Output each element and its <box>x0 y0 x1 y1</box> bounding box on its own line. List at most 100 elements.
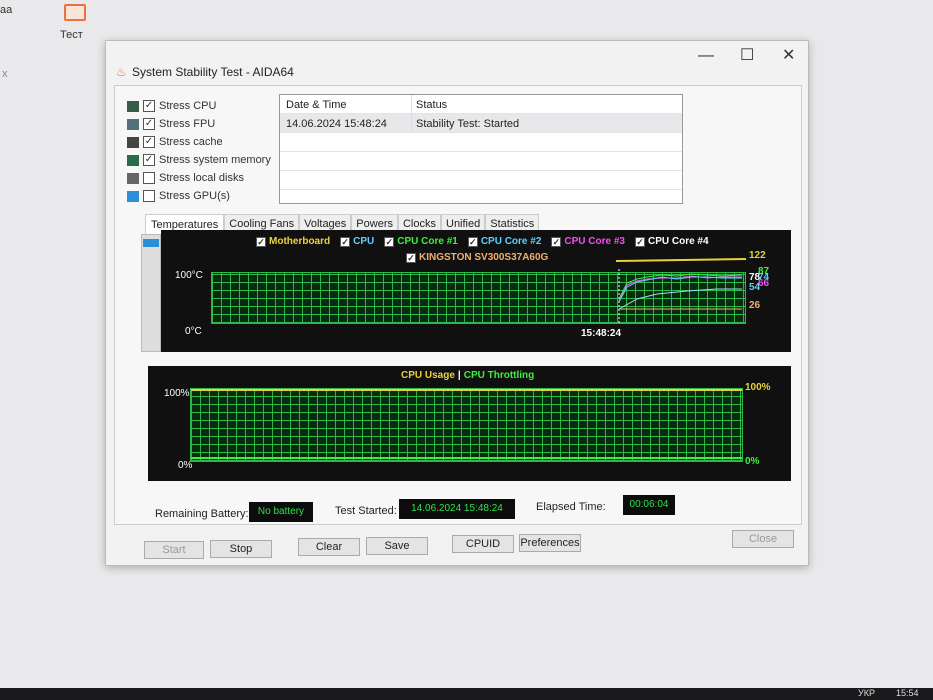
elapsed-value: 00:06:04 <box>623 495 675 515</box>
test-started-value: 14.06.2024 15:48:24 <box>399 499 515 519</box>
memory-icon <box>127 154 139 166</box>
cpu-icon <box>127 100 139 112</box>
checkbox[interactable]: ✓ <box>143 118 155 130</box>
stress-option[interactable]: Stress GPU(s) <box>127 188 271 204</box>
legend-item[interactable]: ✓ CPU Core #2 <box>467 236 542 247</box>
cpu-throttling-line <box>191 457 742 460</box>
stress-options: ✓ Stress CPU ✓ Stress FPU ✓ Stress cache ✓ Stre… <box>127 98 271 206</box>
desktop-fragment: аа <box>0 4 13 16</box>
save-button[interactable]: Save <box>366 537 428 555</box>
option-label: Stress FPU <box>159 118 216 130</box>
clear-button[interactable]: Clear <box>298 538 360 556</box>
main-panel: ✓ Stress CPU ✓ Stress FPU ✓ Stress cache ✓ Stre… <box>114 85 802 525</box>
legend-label: Motherboard <box>269 236 331 247</box>
legend-label: CPU Core #3 <box>564 236 625 247</box>
stress-option[interactable]: Stress local disks <box>127 170 271 186</box>
stress-option[interactable]: ✓ Stress CPU <box>127 98 271 114</box>
preferences-button[interactable]: Preferences <box>519 534 581 552</box>
temp-graph-area <box>211 269 746 325</box>
minimize-button[interactable]: — <box>698 47 714 65</box>
event-log-table: Date & Time Status 14.06.2024 15:48:24 S… <box>279 94 683 204</box>
log-datetime: 14.06.2024 15:48:24 <box>280 114 412 132</box>
legend-label: CPU Core #1 <box>397 236 458 247</box>
stress-option[interactable]: ✓ Stress system memory <box>127 152 271 168</box>
battery-value: No battery <box>249 502 313 522</box>
usage-graph-area <box>190 388 743 462</box>
legend-separator: | <box>457 370 461 381</box>
stop-button[interactable]: Stop <box>210 540 272 558</box>
temperature-chart: ✓ Motherboard ✓ CPU ✓ CPU Core #1 ✓ CPU Core #2… <box>161 230 791 352</box>
legend-item[interactable]: ✓ Motherboard <box>256 236 330 247</box>
disk-icon <box>127 172 139 184</box>
tray-language[interactable]: УКР <box>858 688 875 698</box>
taskbar: УКР 15:54 <box>0 688 933 700</box>
temp-series-lines <box>618 269 743 325</box>
series-cpu <box>618 288 742 310</box>
series-motherboard <box>616 258 746 262</box>
stress-option[interactable]: ✓ Stress cache <box>127 134 271 150</box>
temp-value-label: 54 <box>749 282 761 293</box>
elapsed-label: Elapsed Time: <box>536 501 606 513</box>
cpu-usage-chart: CPU Usage | CPU Throttling 100% 0% 100% … <box>148 366 791 481</box>
close-window-button[interactable]: ✕ <box>782 45 795 65</box>
cpuid-button[interactable]: CPUID <box>452 535 514 553</box>
legend-item[interactable]: ✓ KINGSTON SV300S37A60G <box>406 252 548 263</box>
window-title: System Stability Test - AIDA64 <box>132 65 294 79</box>
temp-y-max: 100°C <box>175 270 203 281</box>
battery-label: Remaining Battery: <box>155 508 249 520</box>
start-button[interactable]: Start <box>144 541 204 559</box>
temp-time-label: 15:48:24 <box>581 328 622 339</box>
legend-label: CPU Core #2 <box>480 236 542 247</box>
cpu-usage-legend: CPU Usage <box>401 370 455 381</box>
legend-checkbox[interactable]: ✓ <box>384 236 395 247</box>
legend-item[interactable]: ✓ CPU Core #4 <box>634 236 709 247</box>
legend-item[interactable]: ✓ CPU Core #3 <box>551 236 625 247</box>
checkbox[interactable]: ✓ <box>143 136 155 148</box>
checkbox[interactable] <box>143 172 155 184</box>
usage-y-max: 100% <box>164 388 190 399</box>
cpu-throttling-legend: CPU Throttling <box>463 370 535 381</box>
desktop-fragment-x: x <box>2 68 8 80</box>
legend-checkbox[interactable]: ✓ <box>256 236 266 247</box>
option-label: Stress GPU(s) <box>159 190 230 202</box>
legend-label: CPU Core #4 <box>647 236 709 247</box>
legend-checkbox[interactable]: ✓ <box>340 236 351 247</box>
table-row[interactable]: 14.06.2024 15:48:24 Stability Test: Star… <box>280 114 682 133</box>
legend-item[interactable]: ✓ CPU Core #1 <box>384 236 458 247</box>
legend-checkbox[interactable]: ✓ <box>634 236 645 247</box>
legend-checkbox[interactable]: ✓ <box>406 252 416 263</box>
temp-value-label: 122 <box>749 250 766 261</box>
gpu-icon <box>127 190 139 202</box>
log-status: Stability Test: Started <box>416 118 520 130</box>
usage-right-min: 0% <box>745 456 760 467</box>
temp-y-min: 0°C <box>185 326 202 337</box>
stress-option[interactable]: ✓ Stress FPU <box>127 116 271 132</box>
option-label: Stress CPU <box>159 100 217 112</box>
desktop-icon-test[interactable]: Тест <box>60 4 90 41</box>
desktop-icon-label: Тест <box>60 29 83 41</box>
title-bar: ♨ System Stability Test - AIDA64 — ☐ ✕ <box>106 41 808 81</box>
header-date-time[interactable]: Date & Time <box>280 95 412 113</box>
log-header: Date & Time Status <box>280 95 682 114</box>
checkbox[interactable]: ✓ <box>143 154 155 166</box>
test-started-label: Test Started: <box>335 505 397 517</box>
tray-clock[interactable]: 15:54 <box>896 688 919 698</box>
checkbox[interactable]: ✓ <box>143 100 155 112</box>
checkbox[interactable] <box>143 190 155 202</box>
usage-right-max: 100% <box>745 382 771 393</box>
legend-checkbox[interactable]: ✓ <box>551 236 562 247</box>
fpu-icon <box>127 118 139 130</box>
option-label: Stress system memory <box>159 154 271 166</box>
tab-sidebar-scroll[interactable] <box>141 234 161 352</box>
close-button[interactable]: Close <box>732 530 794 548</box>
legend-checkbox[interactable]: ✓ <box>467 236 478 247</box>
option-label: Stress local disks <box>159 172 244 184</box>
maximize-button[interactable]: ☐ <box>740 45 754 65</box>
legend-item[interactable]: ✓ CPU <box>340 236 374 247</box>
header-status[interactable]: Status <box>412 95 682 113</box>
aida64-window: ♨ System Stability Test - AIDA64 — ☐ ✕ ✓… <box>105 40 809 566</box>
legend-label: CPU <box>353 236 375 247</box>
option-label: Stress cache <box>159 136 223 148</box>
aida64-flame-icon: ♨ <box>116 65 127 79</box>
temp-value-label: 26 <box>749 300 761 311</box>
